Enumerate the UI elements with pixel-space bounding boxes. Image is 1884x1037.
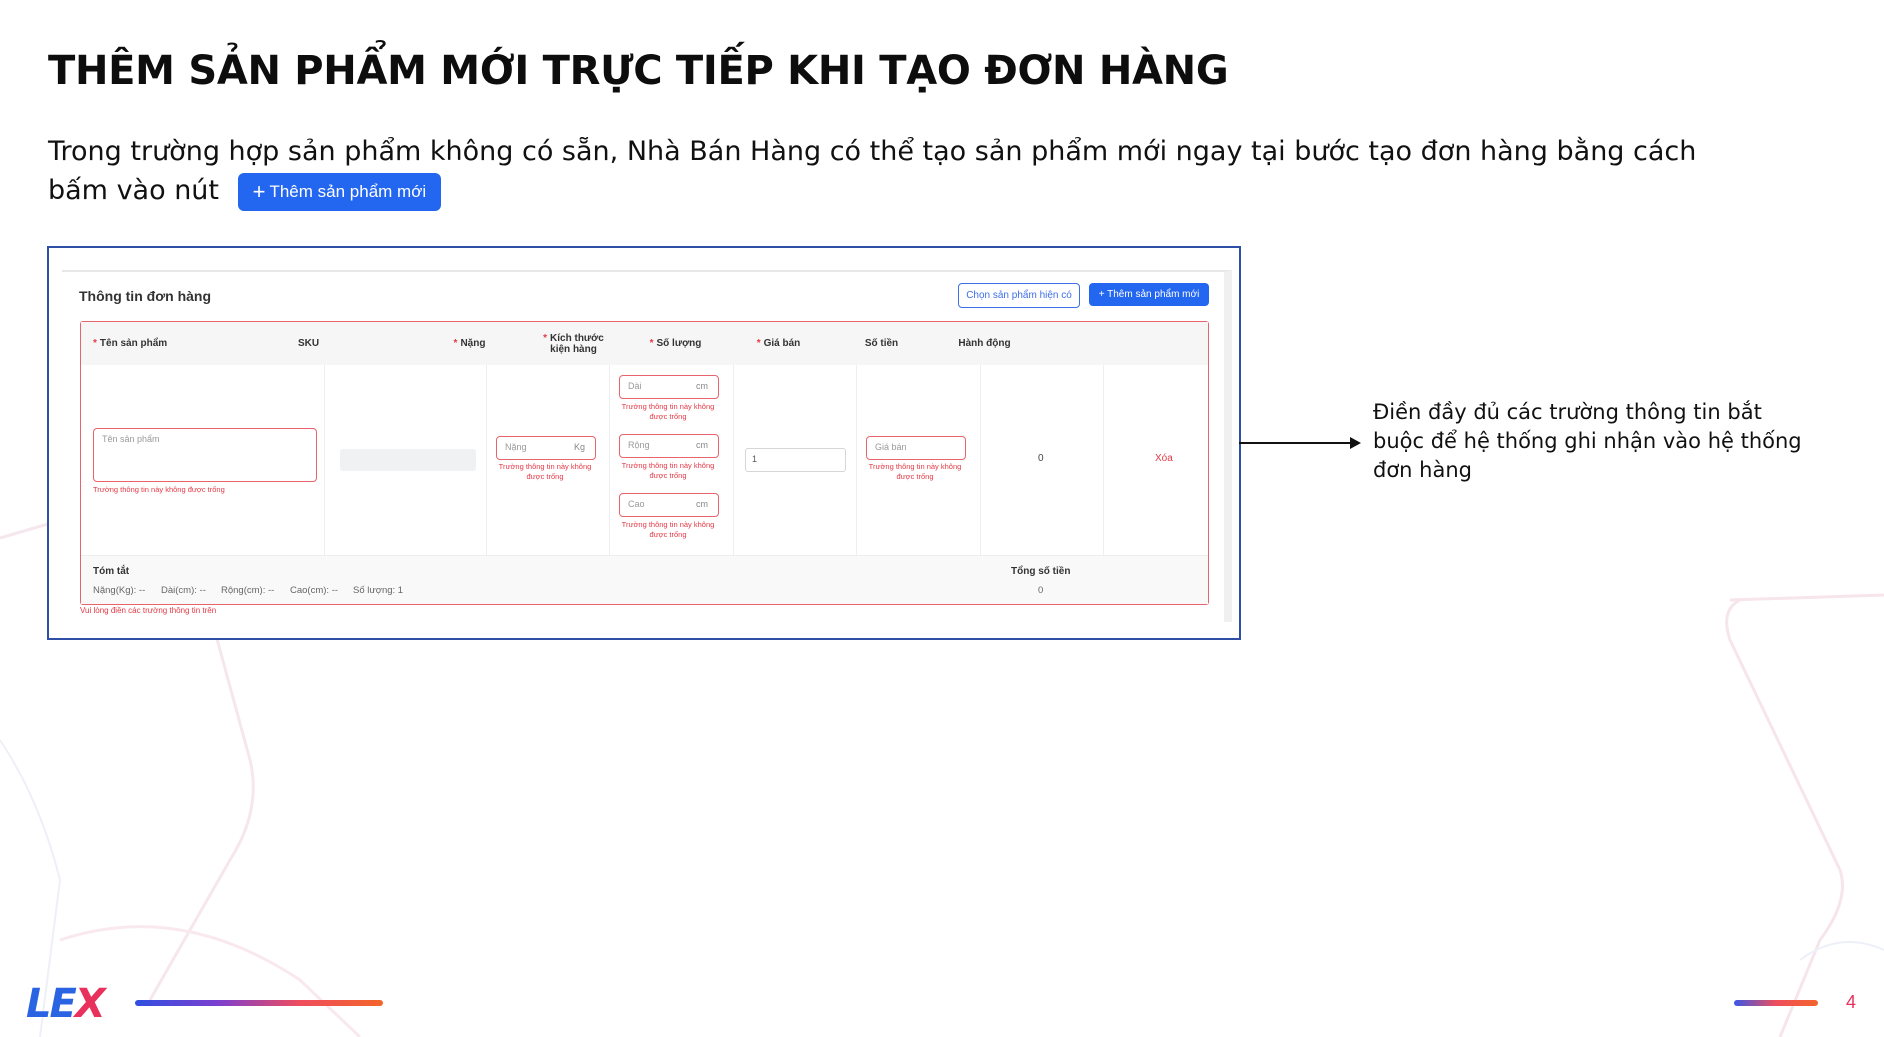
col-amount: Số tiền <box>830 322 933 365</box>
col-product-name: * Tên sản phẩm <box>81 322 286 365</box>
page-gradient-bar <box>1734 1000 1818 1006</box>
weight-error: Trường thông tin này không được trống <box>498 462 592 481</box>
weight-unit: Kg <box>573 442 585 452</box>
col-price-label: Giá bán <box>763 338 801 349</box>
product-table: * Tên sản phẩm SKU * Nặng * Kích thước kiện… <box>80 321 1209 605</box>
col-quantity: * Số lượng <box>624 322 727 365</box>
summary-width: Rộng(cm): -- <box>221 585 275 596</box>
arrow-head-icon <box>1350 437 1361 449</box>
width-input[interactable]: Rộng cm <box>619 434 719 458</box>
plus-icon: + <box>252 178 266 204</box>
column-divider <box>980 365 981 555</box>
weight-placeholder: Nặng <box>505 442 527 452</box>
width-placeholder: Rộng <box>628 440 650 450</box>
summary-height: Cao(cm): -- <box>290 585 339 596</box>
height-input[interactable]: Cao cm <box>619 493 719 517</box>
height-unit: cm <box>696 499 708 509</box>
col-sku: SKU <box>286 322 418 365</box>
summary-weight: Nặng(Kg): -- <box>93 585 146 596</box>
column-divider <box>856 365 857 555</box>
col-sku-label: SKU <box>298 338 320 349</box>
add-new-product-button[interactable]: + Thêm sản phẩm mới <box>1089 283 1209 306</box>
col-dimensions: * Kích thước kiện hàng <box>536 322 611 365</box>
length-input[interactable]: Dài cm <box>619 375 719 399</box>
required-mark: * <box>543 332 548 344</box>
summary-length: Dài(cm): -- <box>161 585 206 596</box>
required-mark: * <box>453 338 458 349</box>
intro-paragraph: Trong trường hợp sản phẩm không có sẵn, … <box>48 132 1748 211</box>
amount-value: 0 <box>1038 453 1044 464</box>
total-amount-value: 0 <box>1038 585 1044 596</box>
product-name-input[interactable]: Tên sản phẩm <box>93 428 317 482</box>
required-mark: * <box>93 338 97 349</box>
col-price: * Giá bán <box>727 322 830 365</box>
callout-note: Điền đầy đủ các trường thông tin bắt buộ… <box>1373 400 1802 482</box>
quantity-value: 1 <box>752 454 758 464</box>
length-error: Trường thông tin này không được trống <box>621 402 715 421</box>
width-error: Trường thông tin này không được trống <box>621 461 715 480</box>
summary-label: Tóm tắt <box>93 566 130 577</box>
order-info-title: Thông tin đơn hàng <box>79 288 212 304</box>
price-error: Trường thông tin này không được trống <box>868 462 962 481</box>
column-divider <box>733 365 734 555</box>
price-input[interactable]: Giá bán <box>866 436 966 460</box>
col-action: Hành động <box>933 322 1036 365</box>
add-new-product-label: Thêm sản phẩm mới <box>1107 289 1200 300</box>
product-name-placeholder: Tên sản phẩm <box>102 434 160 444</box>
col-weight: * Nặng <box>418 322 521 365</box>
length-unit: cm <box>696 381 708 391</box>
order-info-card: Thông tin đơn hàng Chọn sản phẩm hiện có… <box>62 270 1232 622</box>
slide-title: THÊM SẢN PHẨM MỚI TRỰC TIẾP KHI TẠO ĐƠN … <box>48 48 1229 94</box>
summary-section <box>81 556 1208 604</box>
col-product-name-label: Tên sản phẩm <box>99 338 168 349</box>
length-placeholder: Dài <box>628 381 642 391</box>
price-placeholder: Giá bán <box>875 442 907 452</box>
column-divider <box>1103 365 1104 555</box>
form-error-message: Vui lòng điền các trường thông tin trên <box>80 606 217 615</box>
inline-add-product-label: Thêm sản phẩm mới <box>269 181 427 201</box>
weight-input[interactable]: Nặng Kg <box>496 436 596 460</box>
delete-product-link[interactable]: Xóa <box>1155 453 1173 464</box>
logo-part-le: LE <box>26 981 77 1027</box>
quantity-input[interactable]: 1 <box>745 448 846 472</box>
height-error: Trường thông tin này không được trống <box>621 520 715 539</box>
required-mark: * <box>756 338 761 349</box>
col-action-label: Hành động <box>958 338 1011 349</box>
column-divider <box>486 365 487 555</box>
required-mark: * <box>649 338 654 349</box>
logo-part-x: X <box>74 981 106 1027</box>
column-divider <box>609 365 610 555</box>
screenshot-frame: Thông tin đơn hàng Chọn sản phẩm hiện có… <box>47 246 1241 640</box>
height-placeholder: Cao <box>628 499 645 509</box>
product-name-error: Trường thông tin này không được trống <box>93 485 225 494</box>
arrow-line <box>1239 442 1359 444</box>
plus-icon: + <box>1098 289 1108 300</box>
column-divider <box>324 365 325 555</box>
brand-gradient-bar <box>135 1000 383 1006</box>
total-amount-label: Tổng số tiền <box>1011 566 1071 577</box>
col-quantity-label: Số lượng <box>656 338 702 349</box>
width-unit: cm <box>696 440 708 450</box>
col-amount-label: Số tiền <box>864 338 899 349</box>
sku-input-disabled <box>340 449 476 471</box>
col-weight-label: Nặng <box>460 338 486 349</box>
inline-add-product-button[interactable]: + Thêm sản phẩm mới <box>237 172 442 211</box>
col-dimensions-label: Kích thước kiện hàng <box>550 332 604 355</box>
choose-existing-product-button[interactable]: Chọn sản phẩm hiện có <box>958 283 1080 308</box>
summary-quantity: Số lượng: 1 <box>353 585 404 596</box>
lex-logo: LEX <box>26 981 106 1027</box>
page-number: 4 <box>1846 992 1857 1012</box>
